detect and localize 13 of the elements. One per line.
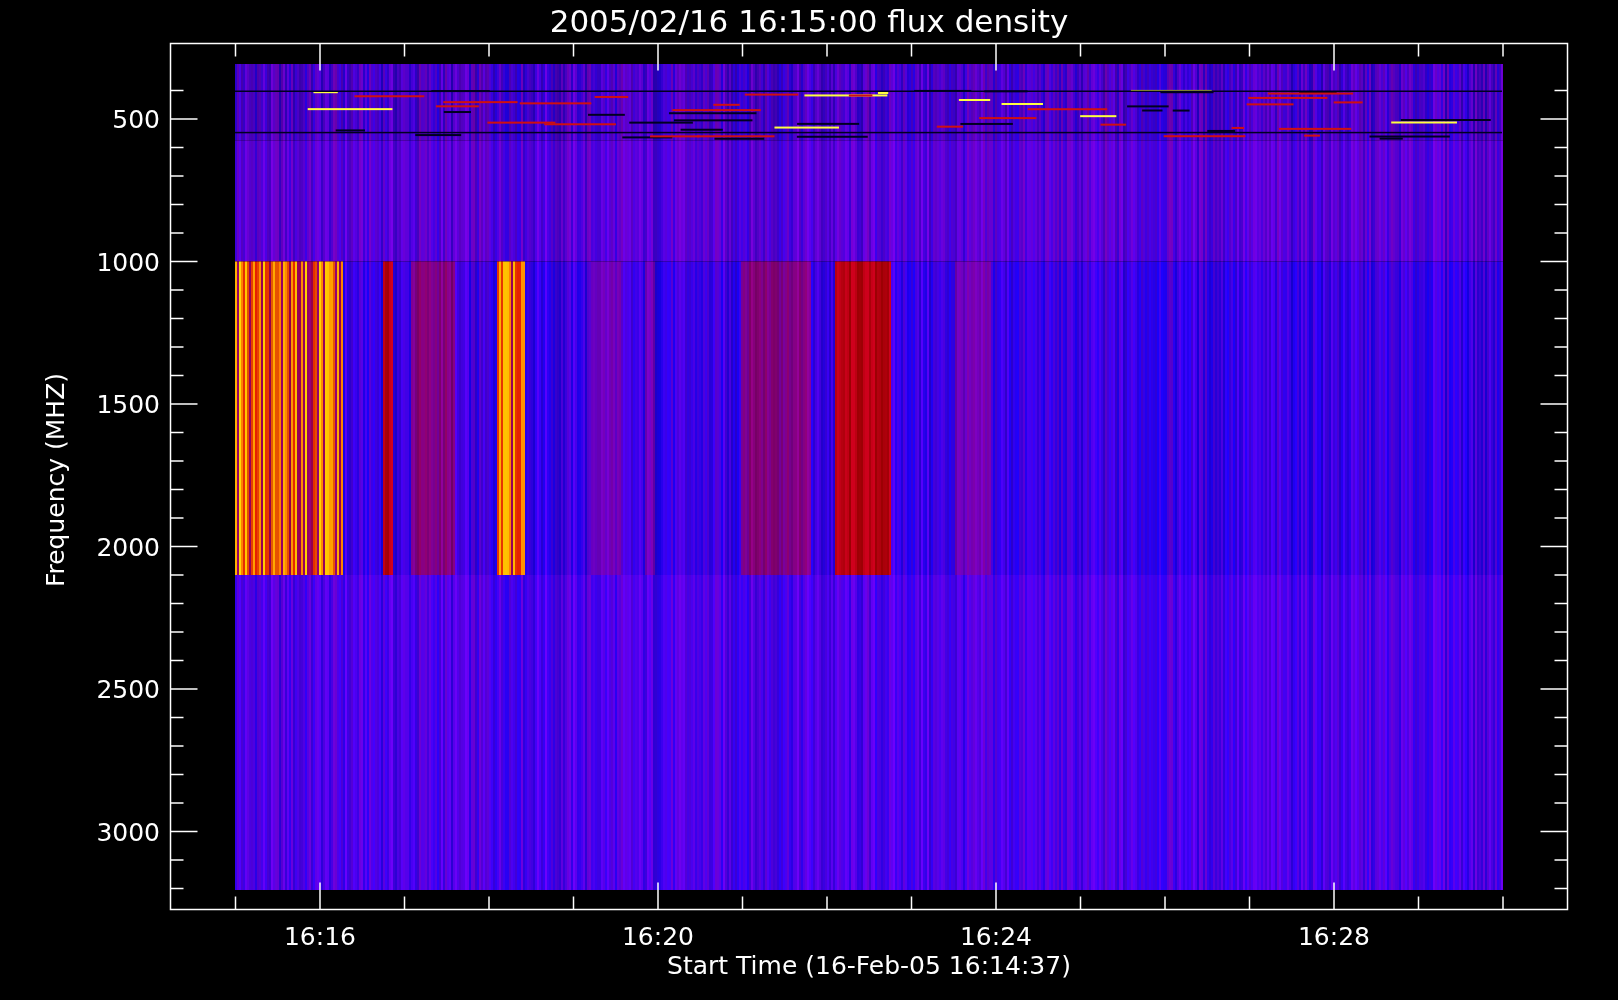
axis-tick-label: 1500 bbox=[96, 390, 160, 419]
axis-tick-label: 2000 bbox=[96, 532, 160, 562]
axis-tick-label: 16:28 bbox=[1298, 922, 1370, 951]
chart-title: 2005/02/16 16:15:00 flux density bbox=[549, 3, 1069, 39]
axis-tick-label: 1000 bbox=[96, 247, 160, 277]
axis-tick-label: 500 bbox=[112, 105, 160, 134]
axis-tick-label: 16:24 bbox=[960, 922, 1032, 951]
axis-title: Frequency (MHZ) bbox=[41, 372, 70, 588]
axis-tick-label: 16:20 bbox=[622, 922, 694, 951]
axis-tick-label: 2500 bbox=[96, 675, 160, 704]
axis-tick-label: 16:16 bbox=[284, 922, 356, 951]
axis-tick-label: 3000 bbox=[96, 817, 160, 847]
axis-title: Start Time (16-Feb-05 16:14:37) bbox=[667, 951, 1071, 980]
